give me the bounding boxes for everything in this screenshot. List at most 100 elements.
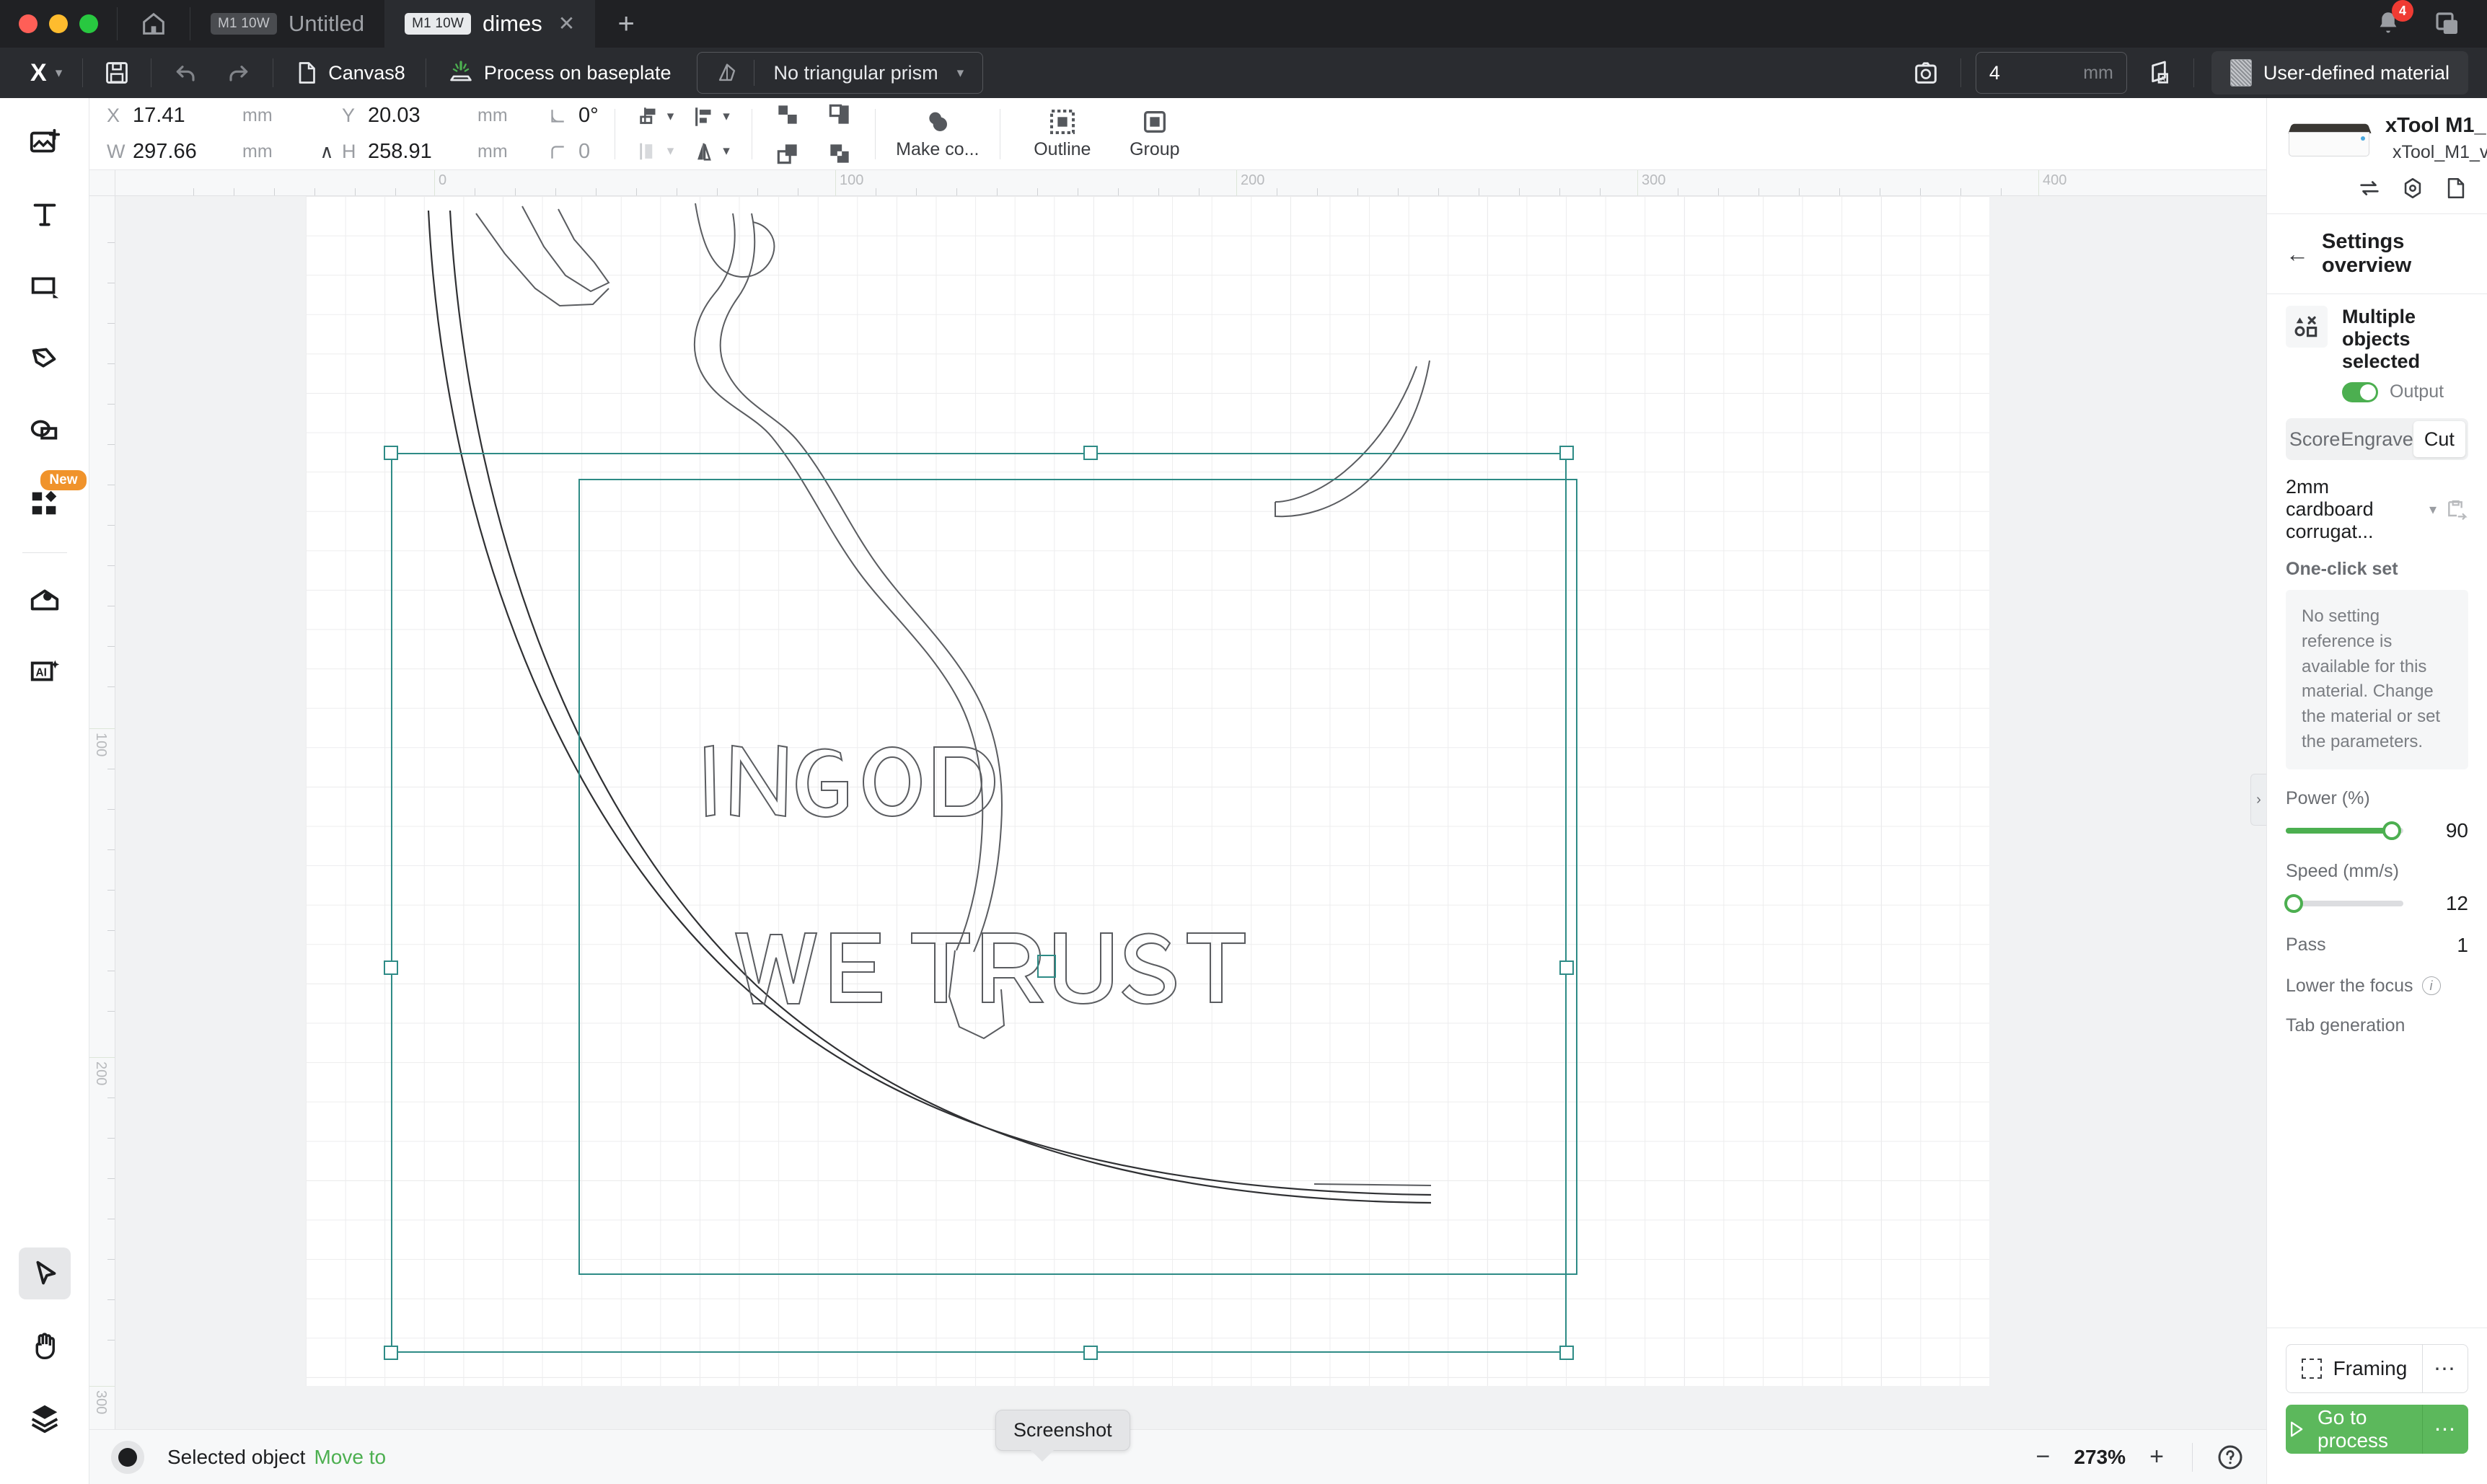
zoom-out-button[interactable]: − (2030, 1443, 2055, 1471)
rail-item-select-tool[interactable] (18, 1247, 71, 1299)
distribute-horizontal-button[interactable]: ▾ (631, 136, 680, 167)
home-button[interactable] (118, 0, 190, 48)
device-header[interactable]: xTool M1_10W xTool_M1_v2_ (2267, 98, 2487, 176)
ruler-origin-corner[interactable] (89, 170, 115, 196)
info-icon[interactable]: i (2421, 976, 2441, 996)
resize-handle-se[interactable] (1559, 1346, 1574, 1360)
output-toggle[interactable] (2342, 381, 2378, 402)
aspect-lock-icon[interactable]: ∧ (312, 141, 342, 163)
speed-value[interactable]: 12 (2418, 892, 2468, 915)
rotation-value[interactable]: 0° (578, 104, 599, 128)
move-to-button[interactable]: Move to (314, 1446, 386, 1469)
zoom-in-button[interactable]: + (2144, 1443, 2169, 1471)
rail-item-image-add[interactable] (19, 117, 71, 169)
process-more-button[interactable]: ⋯ (2422, 1405, 2468, 1454)
prism-selector[interactable]: No triangular prism ▾ (697, 52, 984, 94)
rail-item-boolean-shapes[interactable] (19, 405, 71, 457)
boolean-union-icon (778, 105, 797, 124)
save-button[interactable] (92, 54, 142, 92)
canvas-selector-button[interactable]: Canvas8 (282, 54, 417, 92)
new-tab-button[interactable]: + (595, 0, 657, 48)
tab-untitled[interactable]: M1 10W Untitled (190, 0, 385, 48)
speed-slider[interactable] (2284, 893, 2403, 913)
redo-button[interactable] (212, 54, 264, 92)
align-horizontal-button[interactable]: ▾ (631, 102, 680, 132)
close-tab-button[interactable]: ✕ (558, 14, 575, 34)
pass-value[interactable]: 1 (2457, 934, 2468, 957)
rail-item-hand-tool[interactable] (19, 1320, 71, 1372)
resize-handle-s[interactable] (1083, 1346, 1098, 1360)
collapse-right-panel-button[interactable]: › (2250, 774, 2266, 826)
design-canvas[interactable]: 0 100 200 300 400 100 200 300 › (89, 170, 2266, 1429)
tab-engrave[interactable]: Engrave (2341, 421, 2413, 457)
rail-item-layers[interactable] (19, 1392, 71, 1444)
power-value[interactable]: 90 (2418, 819, 2468, 842)
back-arrow-icon[interactable]: ← (2286, 242, 2309, 265)
process-label: Process on baseplate (483, 61, 672, 84)
y-value[interactable]: 20.03 (368, 104, 477, 128)
resize-handle-ne[interactable] (1559, 446, 1574, 460)
h-value[interactable]: 258.91 (368, 140, 477, 164)
zoom-level-value[interactable]: 273% (2074, 1446, 2126, 1469)
power-slider[interactable] (2286, 821, 2403, 840)
outline-button[interactable]: Outline (1016, 107, 1109, 160)
boolean-intersect-button[interactable] (768, 138, 807, 169)
material-selector-button[interactable]: User-defined material (2211, 51, 2468, 94)
save-material-button[interactable] (2445, 498, 2468, 521)
xtool-creative-space-window: M1 10W Untitled M1 10W dimes ✕ + 4 X ▾ C… (0, 0, 2487, 1484)
horizontal-ruler[interactable]: 0 100 200 300 400 (89, 170, 2266, 196)
brand-menu-button[interactable]: X ▾ (19, 54, 74, 92)
resize-handle-w[interactable] (384, 960, 398, 975)
rail-item-pen[interactable] (19, 333, 71, 385)
group-button[interactable]: Group (1109, 107, 1201, 160)
undo-button[interactable] (160, 54, 212, 92)
align-vertical-button[interactable]: ▾ (687, 102, 736, 132)
tab-score[interactable]: Score (2289, 421, 2341, 457)
tab-cut[interactable]: Cut (2413, 421, 2466, 457)
framing-more-button[interactable]: ⋯ (2422, 1344, 2468, 1393)
flip-horizontal-icon (697, 143, 712, 161)
minimize-window-button[interactable] (49, 14, 68, 33)
resize-handle-sw[interactable] (384, 1346, 398, 1360)
flip-button[interactable]: ▾ (687, 136, 736, 167)
save-file-button[interactable] (2444, 176, 2468, 200)
chevron-down-icon[interactable]: ▾ (2429, 500, 2437, 518)
tab-dimes[interactable]: M1 10W dimes ✕ (384, 0, 596, 48)
boolean-exclude-button[interactable] (820, 138, 859, 169)
rail-item-shape[interactable] (19, 261, 71, 313)
ruler-label: 100 (840, 172, 864, 188)
corner-radius-value[interactable]: 0 (578, 140, 590, 164)
device-settings-button[interactable] (2400, 176, 2425, 200)
process-on-baseplate-button[interactable]: Process on baseplate (435, 54, 683, 92)
tab-generation-row: Tab generation (2267, 997, 2487, 1044)
framing-button[interactable]: Framing (2286, 1344, 2422, 1393)
vertical-ruler[interactable]: 100 200 300 (89, 170, 115, 1429)
maximize-window-button[interactable] (79, 14, 98, 33)
x-value[interactable]: 17.41 (133, 104, 242, 128)
rail-item-material-library[interactable] (19, 573, 71, 625)
help-button[interactable] (2216, 1443, 2245, 1472)
make-copies-button[interactable]: Make co... (892, 107, 984, 160)
resize-handle-e[interactable] (1559, 960, 1574, 975)
selection-bounding-box[interactable] (391, 453, 1567, 1353)
boolean-subtract-button[interactable] (820, 99, 859, 131)
window-stack-button[interactable] (2432, 9, 2462, 39)
go-to-process-button[interactable]: Go to process (2286, 1405, 2422, 1454)
rail-item-text[interactable] (19, 189, 71, 241)
camera-capture-button[interactable] (1900, 54, 1952, 92)
settings-panel: xTool M1_10W xTool_M1_v2_ (2266, 98, 2487, 1484)
measure-thickness-button[interactable]: A (2133, 54, 2185, 92)
material-name[interactable]: 2mm cardboard corrugat... (2286, 476, 2421, 543)
notifications-button[interactable]: 4 (2373, 0, 2413, 39)
rail-item-ai-image[interactable]: AI (19, 645, 71, 697)
resize-handle-nw[interactable] (384, 446, 398, 460)
rail-item-elements[interactable]: New (19, 470, 87, 529)
w-value[interactable]: 297.66 (133, 140, 242, 164)
boolean-union-button[interactable] (768, 99, 807, 131)
device-transfer-button[interactable] (2357, 176, 2382, 200)
selection-indicator[interactable] (111, 1440, 144, 1474)
resize-handle-n[interactable] (1083, 446, 1098, 460)
material-thickness-input[interactable]: 4 mm (1975, 52, 2127, 94)
image-add-icon (30, 128, 60, 153)
close-window-button[interactable] (19, 14, 38, 33)
